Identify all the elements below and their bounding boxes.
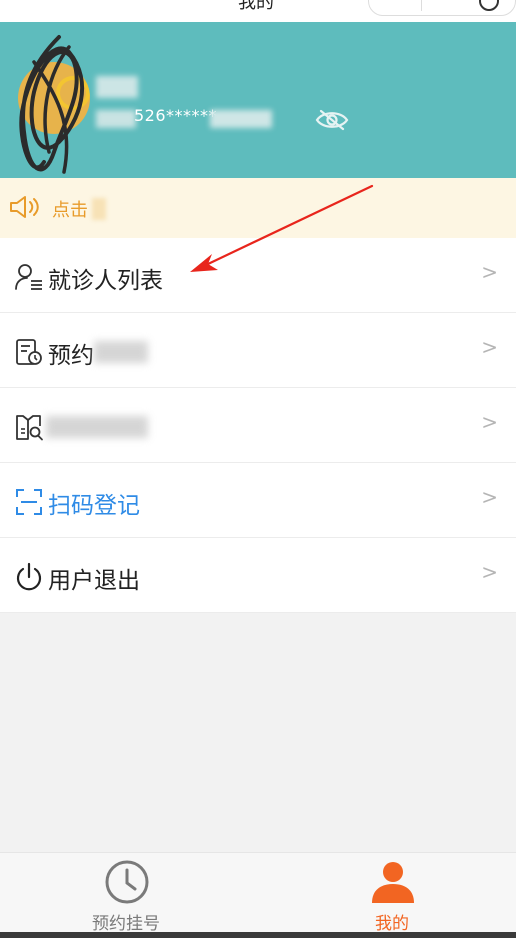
profile-page: 我的 526****** 点击 就诊人列表 > 预约 > > 扫码登记 > 用户… (0, 0, 516, 938)
person-icon (372, 862, 414, 903)
mini-program-capsule[interactable] (368, 0, 516, 16)
speaker-icon (10, 196, 39, 218)
tab-mine[interactable]: 我的 (322, 853, 462, 934)
notice-text: 点击 (52, 200, 88, 221)
id-redacted-left (96, 110, 136, 128)
label-redacted (46, 416, 148, 438)
bottom-edge (0, 932, 516, 938)
scan-frame-icon (16, 489, 42, 515)
chevron-right-icon: > (481, 260, 498, 284)
id-redacted-right (210, 110, 272, 128)
navbar: 我的 (0, 0, 516, 22)
username-redacted (96, 76, 138, 98)
user-list-icon (15, 264, 42, 290)
book-search-icon (16, 415, 43, 441)
menu-item-label: 扫码登记 (48, 493, 140, 519)
menu-item-logout[interactable]: 用户退出 > (0, 538, 516, 613)
chevron-right-icon: > (481, 335, 498, 359)
chevron-right-icon: > (481, 410, 498, 434)
tab-bar: 预约挂号 我的 (0, 852, 516, 934)
notice-bar[interactable]: 点击 (0, 178, 516, 238)
tab-appointment-register[interactable]: 预约挂号 (56, 853, 196, 934)
notice-redacted (92, 198, 106, 220)
page-title: 我的 (238, 0, 274, 13)
eye-slash-icon[interactable] (314, 108, 350, 132)
menu-item-appointment-record[interactable]: 预约 > (0, 313, 516, 388)
menu-item-report[interactable]: > (0, 388, 516, 463)
menu-item-label: 预约 (48, 343, 94, 369)
capsule-divider (421, 0, 422, 11)
chevron-right-icon: > (481, 485, 498, 509)
document-clock-icon (16, 339, 42, 365)
clock-icon (105, 860, 149, 904)
tab-label: 预约挂号 (92, 914, 160, 934)
menu-item-scan-register[interactable]: 扫码登记 > (0, 463, 516, 538)
menu-item-label: 用户退出 (48, 568, 140, 594)
chevron-right-icon: > (481, 560, 498, 584)
menu-item-label: 就诊人列表 (48, 268, 163, 294)
redaction-scribble (19, 35, 85, 174)
menu-list: 就诊人列表 > 预约 > > 扫码登记 > 用户退出 > (0, 238, 516, 613)
profile-header: 526****** (0, 22, 516, 178)
masked-id: 526****** (134, 106, 218, 125)
tab-label: 我的 (375, 914, 409, 934)
menu-item-patient-list[interactable]: 就诊人列表 > (0, 238, 516, 313)
label-redacted (94, 341, 148, 363)
close-circle-icon[interactable] (479, 0, 499, 11)
power-icon (16, 562, 42, 591)
